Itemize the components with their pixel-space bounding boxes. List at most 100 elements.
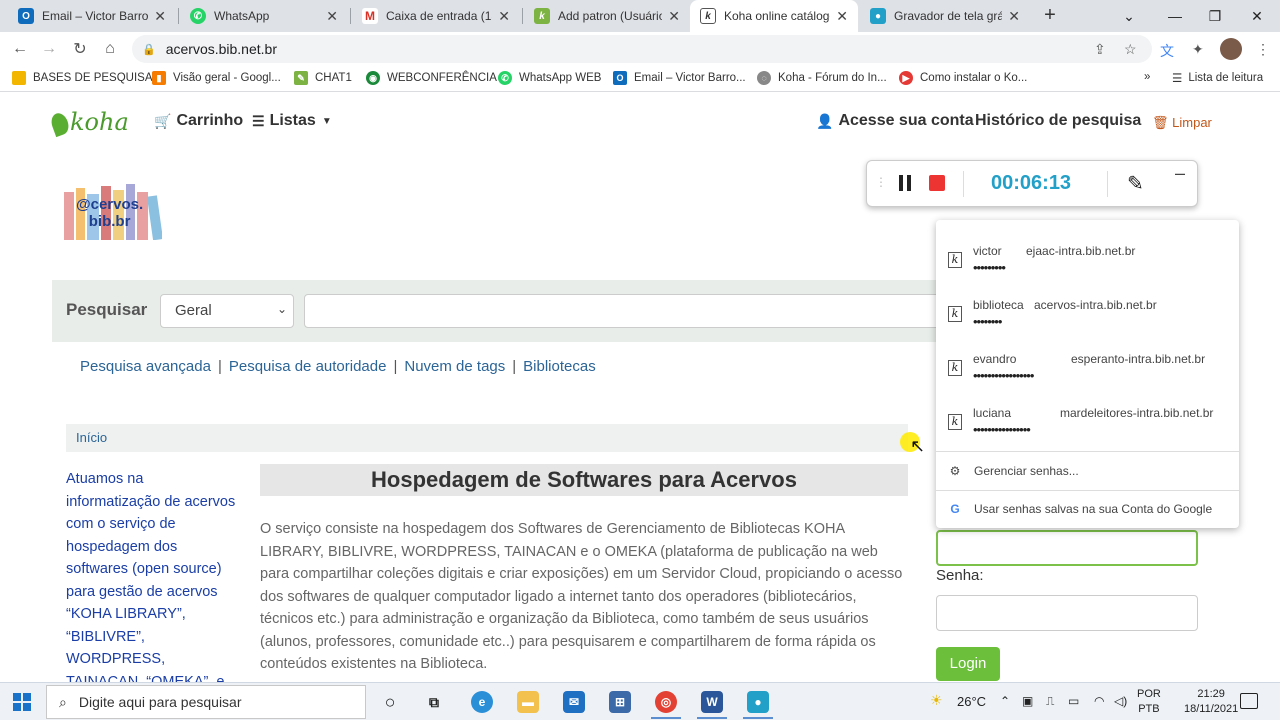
language-indicator[interactable]: POR PTB: [1137, 687, 1161, 717]
stop-icon[interactable]: [929, 175, 945, 191]
bookmark-star-icon[interactable]: ☆: [1124, 41, 1137, 58]
close-tab-icon[interactable]: ✕: [1008, 8, 1020, 25]
clock[interactable]: 21:29 18/11/2021: [1184, 687, 1238, 717]
file-explorer-icon[interactable]: ▬: [517, 691, 539, 713]
authority-search-link[interactable]: Pesquisa de autoridade: [229, 358, 387, 375]
bookmark-item[interactable]: ▶ Como instalar o Ko...: [899, 71, 1027, 85]
chevron-down-icon: ⌄: [276, 302, 287, 316]
library-logo-text: @cervos. bib.br: [76, 196, 144, 230]
windows-start-icon[interactable]: [13, 693, 31, 711]
home-icon[interactable]: ⌂: [99, 38, 121, 60]
manage-passwords-item[interactable]: ⚙ Gerenciar senhas...: [948, 464, 1079, 478]
close-tab-icon[interactable]: ✕: [498, 8, 510, 25]
reading-list-button[interactable]: ☰ Lista de leitura: [1172, 71, 1263, 85]
forward-icon[interactable]: →: [38, 38, 60, 60]
clear-history-link[interactable]: 🗑 Limpar: [1152, 115, 1212, 131]
notification-icon[interactable]: [1240, 693, 1258, 709]
lock-icon: 🔒: [142, 43, 156, 56]
volume-icon[interactable]: ◁): [1114, 694, 1127, 708]
search-history-link[interactable]: Histórico de pesquisa: [975, 112, 1141, 130]
screen-recorder-icon[interactable]: ●: [747, 691, 769, 713]
menu-icon[interactable]: ⋮: [1256, 41, 1270, 58]
koha-icon: k: [700, 8, 716, 24]
share-icon[interactable]: ⇪: [1094, 41, 1106, 58]
koha-logo[interactable]: koha: [48, 108, 129, 137]
windows-taskbar: ⌕ Digite aqui para pesquisar ○ ⧉ e ▬ ✉ ⊞ …: [0, 682, 1280, 720]
search-links: Pesquisa avançada | Pesquisa de autoridad…: [80, 358, 596, 375]
login-button[interactable]: Login: [936, 647, 1000, 681]
breadcrumb: Início: [66, 424, 908, 452]
chrome-icon[interactable]: ◎: [655, 691, 677, 713]
saved-password-item[interactable]: k biblioteca acervos-intra.bib.net.br ••…: [936, 290, 1239, 344]
more-bookmarks-icon[interactable]: »: [1144, 71, 1150, 83]
bookmark-item[interactable]: O Email – Victor Barro...: [613, 71, 746, 85]
lists-menu[interactable]: ☰ Listas ▼: [252, 112, 332, 130]
address-bar[interactable]: 🔒 acervos.bib.net.br: [132, 35, 1152, 63]
maximize-button[interactable]: ❐: [1192, 0, 1238, 32]
network-icon[interactable]: ⊞: [609, 691, 631, 713]
tray-chevron-icon[interactable]: ⌃: [1000, 694, 1010, 708]
edge-icon[interactable]: e: [471, 691, 493, 713]
profile-avatar[interactable]: [1220, 38, 1242, 60]
bookmark-item[interactable]: ◉ WEBCONFERÊNCIA: [366, 71, 497, 85]
bookmark-item[interactable]: ▮ Visão geral - Googl...: [152, 71, 281, 85]
saved-password-item[interactable]: k luciana mardeleitores-intra.bib.net.br…: [936, 398, 1239, 452]
close-tab-icon[interactable]: ✕: [326, 8, 338, 25]
saved-password-item[interactable]: k evandro esperanto-intra.bib.net.br •••…: [936, 344, 1239, 398]
usb-icon[interactable]: ⎍: [1046, 694, 1054, 709]
back-icon[interactable]: ←: [9, 38, 31, 60]
tag-cloud-link[interactable]: Nuvem de tags: [404, 358, 505, 375]
sidebar-text[interactable]: Atuamos na informatização de acervos com…: [66, 468, 236, 682]
cortana-icon[interactable]: ○: [379, 691, 401, 713]
tab-search-icon[interactable]: ⌄: [1106, 0, 1152, 32]
battery-icon[interactable]: ▭: [1068, 694, 1079, 708]
bookmark-item[interactable]: ◌ Koha - Fórum do In...: [757, 71, 887, 85]
minimize-recorder-icon[interactable]: –: [1175, 163, 1185, 184]
advanced-search-link[interactable]: Pesquisa avançada: [80, 358, 211, 375]
username-field[interactable]: [936, 530, 1198, 566]
close-tab-icon[interactable]: ✕: [836, 8, 848, 25]
close-tab-icon[interactable]: ✕: [668, 8, 680, 25]
koha-icon: k: [534, 8, 550, 24]
forum-icon: ◌: [757, 71, 771, 85]
reading-list-icon: ☰: [1172, 73, 1183, 85]
tab-gmail[interactable]: M Caixa de entrada (13.4 ✕: [352, 0, 520, 32]
password-label: Senha:: [936, 567, 984, 584]
mail-icon[interactable]: ✉: [563, 691, 585, 713]
tab-screen-recorder[interactable]: ● Gravador de tela grátis ✕: [860, 0, 1030, 32]
breadcrumb-home-link[interactable]: Início: [76, 430, 107, 445]
bookmark-item[interactable]: ✆ WhatsApp WEB: [498, 71, 601, 85]
weather-icon[interactable]: ☀: [930, 692, 943, 709]
pen-icon[interactable]: ✎: [1127, 171, 1144, 196]
taskbar-search[interactable]: ⌕ Digite aqui para pesquisar: [46, 685, 366, 719]
tab-add-patron[interactable]: k Add patron (Usuário) ✕: [524, 0, 690, 32]
task-view-icon[interactable]: ⧉: [423, 691, 445, 713]
libraries-link[interactable]: Bibliotecas: [523, 358, 596, 375]
tab-koha-catalog[interactable]: k Koha online catálogo ✕: [690, 0, 858, 32]
new-tab-button[interactable]: +: [1040, 5, 1060, 26]
bookmark-item[interactable]: ✎ CHAT1: [294, 71, 352, 85]
close-window-button[interactable]: ✕: [1234, 0, 1280, 32]
google-passwords-item[interactable]: G Usar senhas salvas na sua Conta do Goog…: [948, 502, 1212, 516]
meet-icon: ◉: [366, 71, 380, 85]
search-type-select[interactable]: Geral ⌄: [160, 294, 294, 328]
drag-handle-icon[interactable]: ⋮: [875, 175, 887, 189]
saved-password-item[interactable]: k victor ejaac-intra.bib.net.br ••••••••…: [936, 236, 1239, 290]
login-link[interactable]: 👤 Acesse sua conta: [816, 112, 974, 130]
tab-whatsapp[interactable]: ✆ WhatsApp ✕: [180, 0, 348, 32]
password-field[interactable]: [936, 595, 1198, 631]
service-description: O serviço consiste na hospedagem dos Sof…: [260, 521, 903, 672]
word-icon[interactable]: W: [701, 691, 723, 713]
wifi-icon[interactable]: ◠: [1094, 694, 1104, 708]
close-tab-icon[interactable]: ✕: [154, 8, 166, 25]
bookmark-item[interactable]: BASES DE PESQUISA: [12, 71, 153, 85]
translate-icon[interactable]: 文: [1160, 41, 1174, 61]
tab-email[interactable]: O Email – Victor Barroso ✕: [8, 0, 176, 32]
reload-icon[interactable]: ↻: [69, 38, 91, 60]
pause-icon[interactable]: [899, 175, 911, 191]
search-input[interactable]: [304, 294, 1004, 328]
extensions-icon[interactable]: ✦: [1192, 41, 1204, 58]
weather-text[interactable]: 26°C: [957, 694, 986, 709]
cart-link[interactable]: 🛒 Carrinho: [154, 112, 243, 130]
device-icon[interactable]: ▣: [1022, 694, 1033, 708]
